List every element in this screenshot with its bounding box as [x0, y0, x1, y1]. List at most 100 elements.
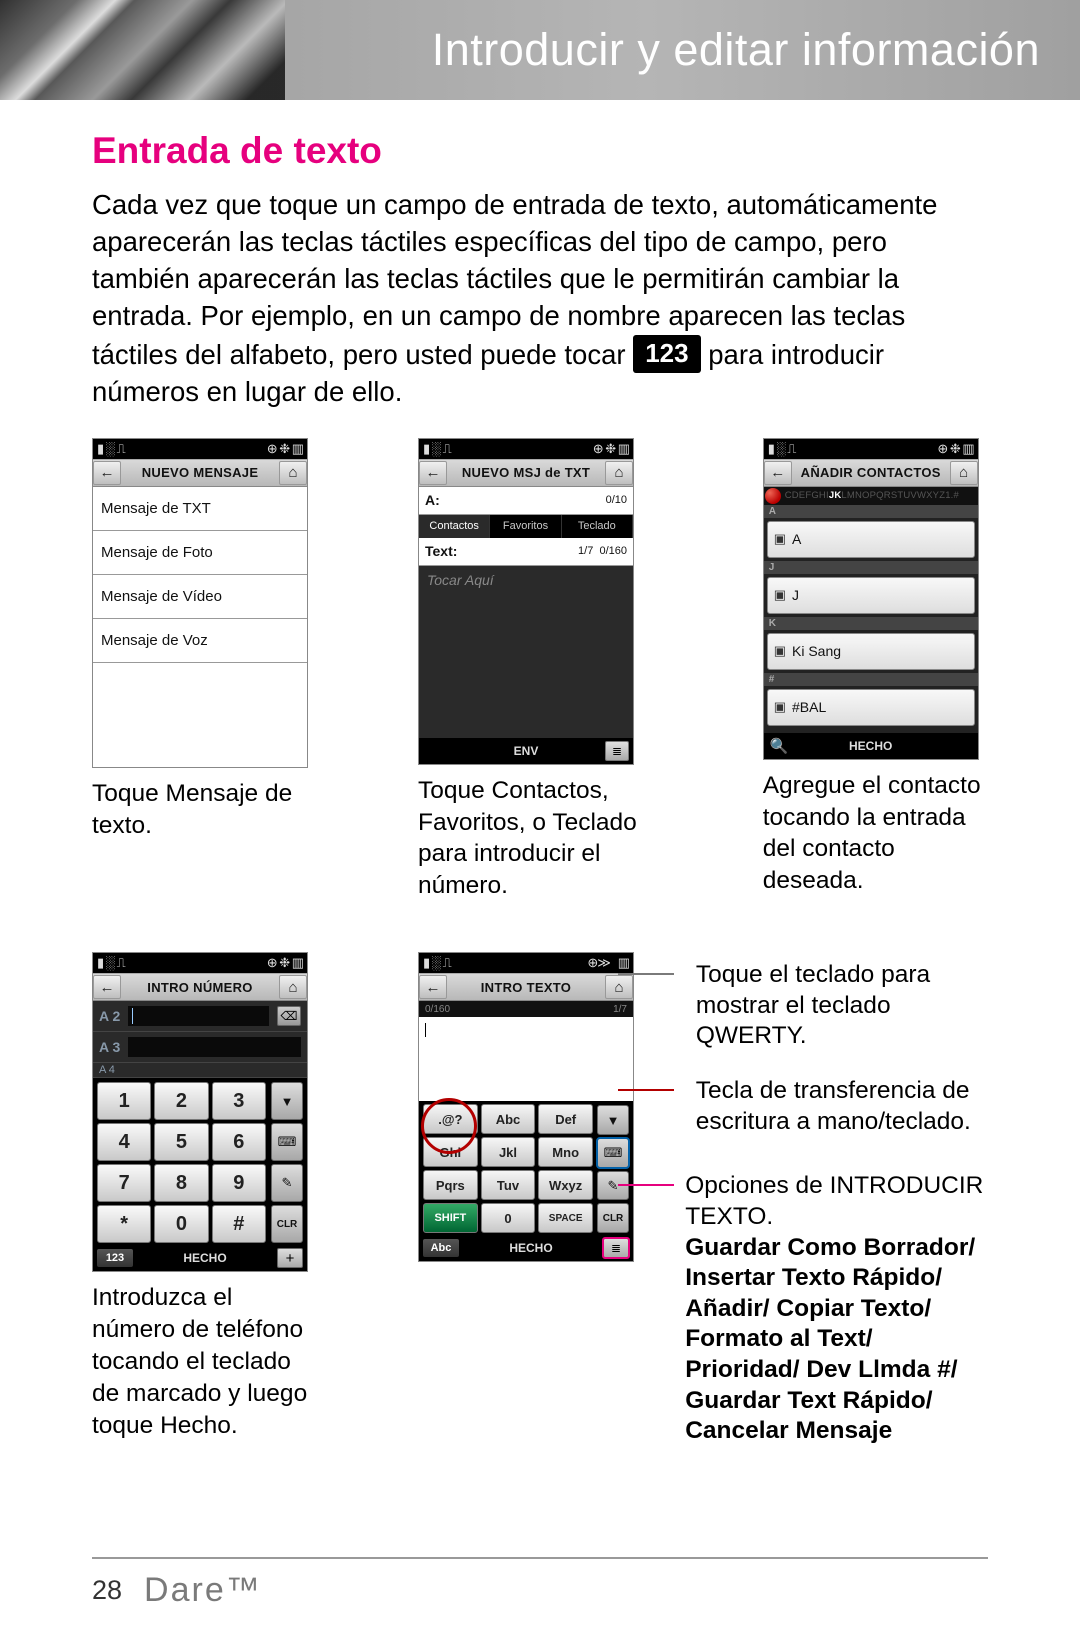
section-hash: # — [764, 673, 978, 686]
status-icons-left: ▮ ░ ⎍ — [423, 441, 451, 457]
contact-row[interactable]: ▣A — [767, 521, 975, 558]
title-text: NUEVO MSJ de TXT — [447, 465, 605, 480]
key-shift[interactable]: SHIFT — [423, 1203, 478, 1233]
contact-row[interactable]: ▣J — [767, 577, 975, 614]
mode-123[interactable]: 123 — [97, 1249, 133, 1267]
key-abc[interactable]: Abc — [481, 1104, 536, 1134]
erase-button[interactable]: ⌫ — [277, 1006, 301, 1026]
key-6[interactable]: 6 — [212, 1123, 266, 1161]
phone-add-contacts: ▮ ░ ⎍ ⊕ ❉ ▥ ← AÑADIR CONTACTOS ⌂ CDEFGHI… — [763, 438, 979, 760]
key-4[interactable]: 4 — [97, 1123, 151, 1161]
char-count-left: 0/160 — [425, 1004, 450, 1015]
key-2[interactable]: 2 — [154, 1082, 208, 1120]
title-text: INTRO TEXTO — [447, 980, 605, 995]
contact-name: A — [792, 531, 801, 547]
dial-keypad: 1 2 3 4 5 6 7 8 9 * 0 # — [93, 1078, 269, 1245]
clr-button[interactable]: CLR — [597, 1203, 629, 1233]
home-button[interactable]: ⌂ — [605, 975, 633, 999]
alpha-scroll-knob[interactable] — [765, 488, 781, 504]
keyboard-icon[interactable]: ⌨ — [271, 1123, 303, 1161]
done-button[interactable]: HECHO — [849, 739, 892, 753]
tab-contactos[interactable]: Contactos — [419, 515, 490, 538]
key-def[interactable]: Def — [538, 1104, 593, 1134]
num-field-3[interactable]: A 3 — [93, 1032, 307, 1063]
key-hash[interactable]: # — [212, 1205, 266, 1243]
options-button[interactable]: ≣ — [603, 1238, 629, 1258]
search-icon[interactable]: 🔍 — [770, 737, 789, 755]
phone-new-message: ▮ ░ ⎍ ⊕ ❉ ▥ ← NUEVO MENSAJE ⌂ Mensaje de… — [92, 438, 308, 768]
tab-favoritos[interactable]: Favoritos — [490, 515, 561, 538]
back-button[interactable]: ← — [93, 975, 121, 999]
back-button[interactable]: ← — [764, 461, 792, 485]
num-input[interactable] — [128, 1037, 301, 1057]
section-K: K — [764, 617, 978, 630]
key-badge-123: 123 — [633, 335, 700, 373]
key-3[interactable]: 3 — [212, 1082, 266, 1120]
options-button[interactable]: ≣ — [605, 741, 629, 761]
plus-button[interactable]: + — [277, 1248, 303, 1268]
phone-new-txt-msg: ▮ ░ ⎍ ⊕ ❉ ▥ ← NUEVO MSJ de TXT ⌂ A: 0/10… — [418, 438, 634, 765]
arrow-down-icon[interactable]: ▼ — [271, 1082, 303, 1120]
status-icons-left: ▮ ░ ⎍ — [97, 955, 125, 971]
callout-qwerty: Toque el teclado para mostrar el teclado… — [674, 960, 988, 1052]
home-button[interactable]: ⌂ — [279, 461, 307, 485]
phone-intro-numero: ▮ ░ ⎍ ⊕ ❉ ▥ ← INTRO NÚMERO ⌂ A 2 ⌫ A 3 — [92, 952, 308, 1272]
arrow-down-icon[interactable]: ▼ — [597, 1105, 629, 1135]
alpha-scroll[interactable]: CDEFGHIJKLMNOPQRSTUVWXYZ1.# — [764, 487, 978, 505]
back-button[interactable]: ← — [419, 461, 447, 485]
status-icons-right: ⊕≫ ▥ — [587, 955, 629, 971]
key-mno[interactable]: Mno — [538, 1137, 593, 1167]
key-tuv[interactable]: Tuv — [481, 1170, 536, 1200]
mode-abc[interactable]: Abc — [423, 1239, 459, 1257]
status-icons-right: ⊕ ❉ ▥ — [267, 955, 303, 971]
home-button[interactable]: ⌂ — [950, 461, 978, 485]
key-pqrs[interactable]: Pqrs — [423, 1170, 478, 1200]
num-input[interactable] — [128, 1006, 269, 1026]
key-0[interactable]: 0 — [154, 1205, 208, 1243]
back-button[interactable]: ← — [93, 461, 121, 485]
keyboard-icon[interactable]: ⌨ — [597, 1138, 629, 1168]
contact-icon: ▣ — [774, 587, 786, 603]
field-to[interactable]: A: 0/10 — [419, 487, 633, 515]
done-button[interactable]: HECHO — [133, 1251, 277, 1265]
title-bar: ← AÑADIR CONTACTOS ⌂ — [764, 459, 978, 487]
menu-item-foto[interactable]: Mensaje de Foto — [93, 531, 307, 575]
phone-intro-texto: ▮ ░ ⎍ ⊕≫ ▥ ← INTRO TEXTO ⌂ 0/160 1/7 .@? — [418, 952, 634, 1262]
key-jkl[interactable]: Jkl — [481, 1137, 536, 1167]
key-7[interactable]: 7 — [97, 1164, 151, 1202]
tab-teclado[interactable]: Teclado — [562, 515, 633, 538]
field-to-counter: 0/10 — [606, 494, 627, 506]
field-text[interactable]: Text: 1/7 0/160 — [419, 538, 633, 566]
send-button[interactable]: ENV — [514, 744, 539, 758]
key-8[interactable]: 8 — [154, 1164, 208, 1202]
key-9[interactable]: 9 — [212, 1164, 266, 1202]
home-button[interactable]: ⌂ — [605, 461, 633, 485]
num-field-2[interactable]: A 2 ⌫ — [93, 1001, 307, 1032]
field-text-label: Text: — [425, 543, 457, 559]
key-punct[interactable]: .@? — [423, 1104, 478, 1134]
home-button[interactable]: ⌂ — [279, 975, 307, 999]
menu-item-video[interactable]: Mensaje de Vídeo — [93, 575, 307, 619]
key-0[interactable]: 0 — [481, 1203, 536, 1233]
status-icons-left: ▮ ░ ⎍ — [423, 955, 451, 971]
callout-text: Tecla de transferencia de escritura a ma… — [696, 1076, 988, 1137]
contact-row[interactable]: ▣#BAL — [767, 689, 975, 726]
key-ghi[interactable]: Ghi — [423, 1137, 478, 1167]
text-editor[interactable] — [419, 1017, 633, 1101]
back-button[interactable]: ← — [419, 975, 447, 999]
menu-item-txt[interactable]: Mensaje de TXT — [93, 487, 307, 531]
caption-p1: Toque Mensaje de texto. — [92, 778, 308, 842]
key-wxyz[interactable]: Wxyz — [538, 1170, 593, 1200]
message-body[interactable]: Tocar Aquí — [419, 566, 633, 738]
menu-item-voz[interactable]: Mensaje de Voz — [93, 619, 307, 663]
pen-icon[interactable]: ✎ — [271, 1164, 303, 1202]
num-field-label: A 2 — [99, 1008, 120, 1024]
key-1[interactable]: 1 — [97, 1082, 151, 1120]
key-star[interactable]: * — [97, 1205, 151, 1243]
key-5[interactable]: 5 — [154, 1123, 208, 1161]
az-hot: JK — [829, 490, 842, 501]
contact-row[interactable]: ▣Ki Sang — [767, 633, 975, 670]
key-space[interactable]: SPACE — [538, 1203, 593, 1233]
clr-button[interactable]: CLR — [271, 1205, 303, 1243]
done-button[interactable]: HECHO — [459, 1241, 603, 1255]
